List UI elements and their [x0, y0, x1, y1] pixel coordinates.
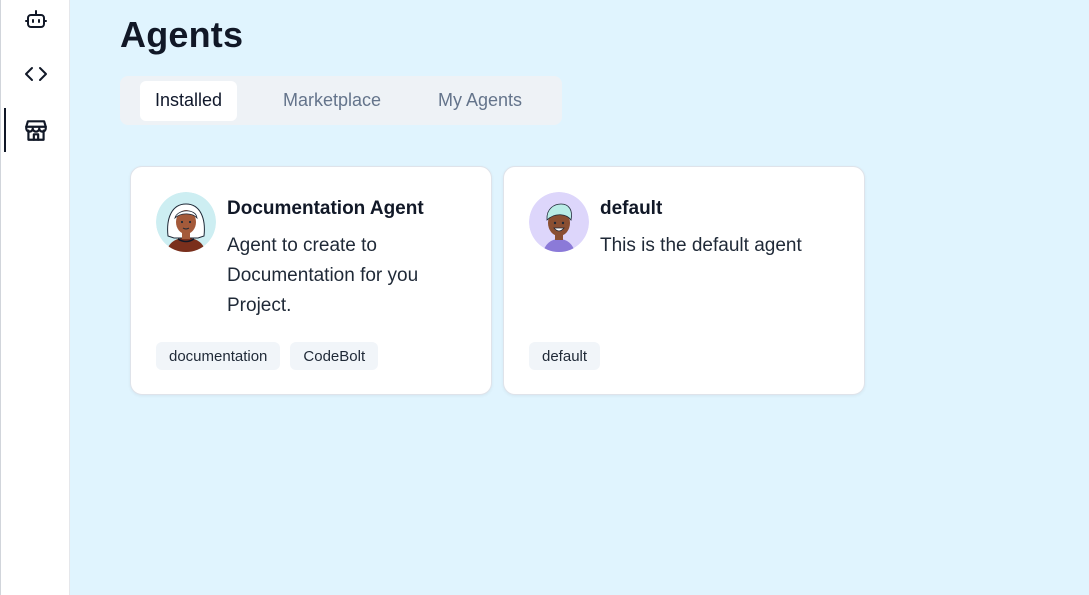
sidebar — [0, 0, 70, 595]
agent-tags: default — [529, 342, 601, 370]
agent-card[interactable]: Documentation Agent Agent to create to D… — [130, 166, 492, 395]
agent-avatar — [156, 192, 216, 252]
tag-chip: CodeBolt — [290, 342, 379, 370]
agent-name: Documentation Agent — [227, 198, 424, 219]
robot-icon — [24, 8, 48, 32]
agent-card[interactable]: default This is the default agent defaul… — [503, 166, 865, 395]
agent-description: This is the default agent — [600, 235, 802, 256]
sidebar-item-code[interactable] — [1, 52, 70, 96]
tab-bar: Installed Marketplace My Agents — [120, 76, 562, 125]
tab-marketplace[interactable]: Marketplace — [258, 81, 406, 121]
tag-chip: default — [529, 342, 601, 370]
code-icon — [24, 62, 48, 86]
sidebar-item-marketplace[interactable] — [1, 108, 70, 152]
agent-avatar — [529, 192, 589, 252]
agent-tags: documentation CodeBolt — [156, 342, 379, 370]
tab-installed[interactable]: Installed — [140, 80, 237, 121]
tag-chip: documentation — [156, 342, 281, 370]
main-content: Agents Installed Marketplace My Agents D… — [70, 0, 1089, 595]
tab-my-agents[interactable]: My Agents — [410, 81, 550, 121]
sidebar-item-agents[interactable] — [1, 0, 70, 42]
page-title: Agents — [120, 14, 244, 55]
store-icon — [23, 117, 49, 143]
agent-name: default — [600, 198, 663, 219]
agent-description: Agent to create to Documentation for you… — [227, 235, 419, 316]
